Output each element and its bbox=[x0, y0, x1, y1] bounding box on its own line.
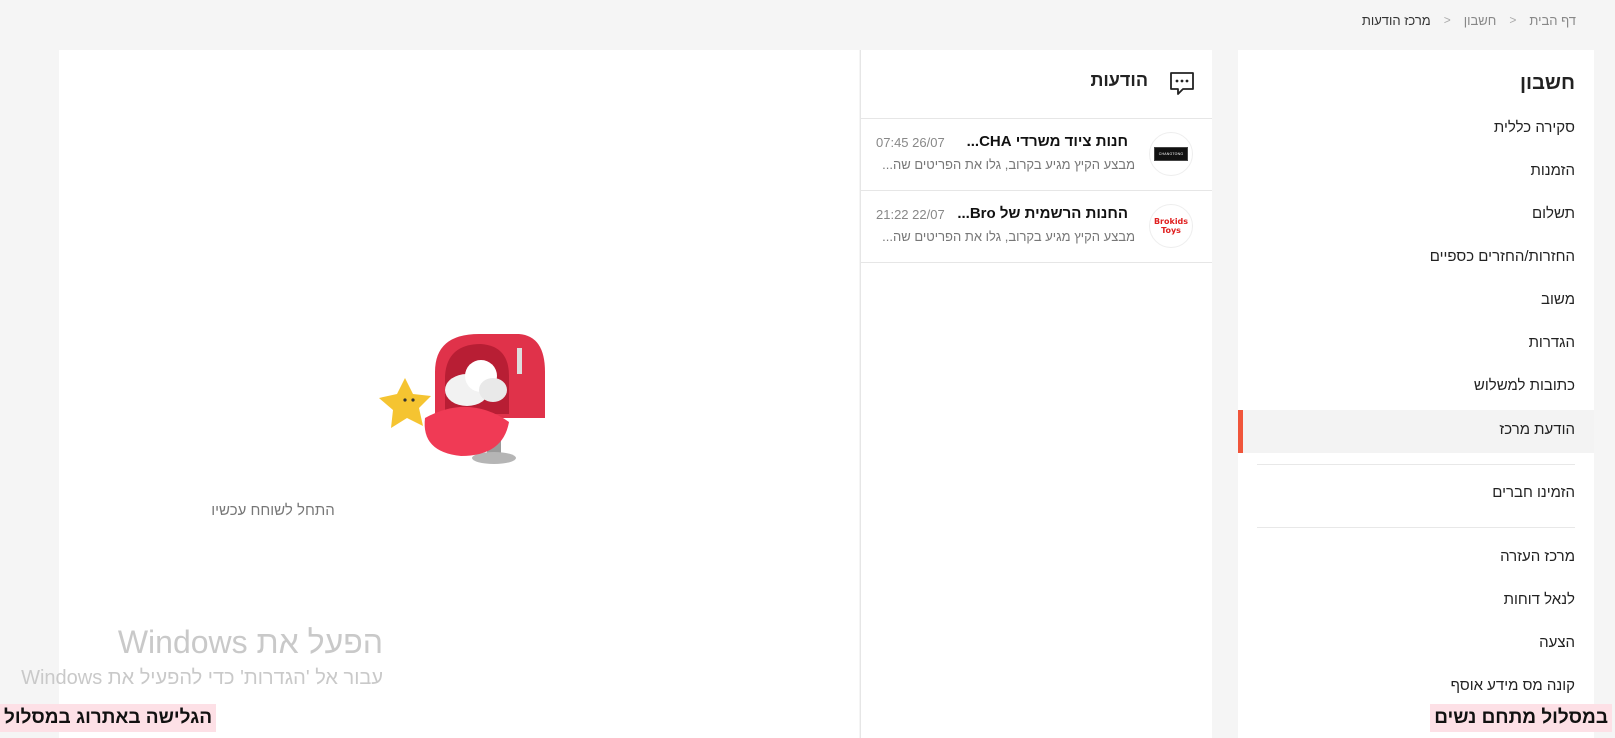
messages-panel: הודעות CHANGTONG חנות ציוד משרדי CHA... … bbox=[860, 50, 1212, 738]
sidebar-item-addresses[interactable]: כתובות למשלוש bbox=[1474, 376, 1575, 396]
message-item[interactable]: Brokids Toys החנות הרשמית של Bro... 21:22… bbox=[861, 191, 1212, 263]
promo-banner-left[interactable]: הגלישה באתרוג במסלול bbox=[0, 704, 217, 732]
breadcrumb-separator: > bbox=[1509, 13, 1517, 27]
breadcrumb-separator: > bbox=[1443, 13, 1451, 27]
message-preview: מבצע הקיץ מגיע בקרוב, גלו את הפריטים שה.… bbox=[882, 157, 1135, 172]
messages-header: הודעות bbox=[861, 50, 1212, 119]
sidebar-item-feedback[interactable]: משוב bbox=[1541, 290, 1575, 310]
sidebar-item-orders[interactable]: הזמנות bbox=[1531, 161, 1575, 181]
sidebar-item-payment[interactable]: תשלום bbox=[1532, 204, 1575, 224]
brokids-logo: Brokids Toys bbox=[1153, 217, 1189, 235]
sidebar-item-settings[interactable]: הגדרות bbox=[1529, 333, 1575, 353]
breadcrumb-home[interactable]: דף הבית bbox=[1529, 13, 1576, 28]
sidebar-item-returns[interactable]: החזרות/החזרים כספיים bbox=[1430, 247, 1575, 267]
mailbox-illustration bbox=[379, 334, 545, 464]
empty-state-text: התחל לשוחח עכשיו bbox=[211, 502, 335, 519]
breadcrumb: דף הבית > חשבון > מרכז הודעות bbox=[1362, 10, 1576, 30]
windows-activation-title: הפעל את Windows bbox=[117, 624, 383, 660]
changtong-logo: CHANGTONG bbox=[1154, 147, 1188, 161]
sidebar-divider bbox=[1257, 527, 1575, 528]
sidebar-item-invite-friends[interactable]: הזמינו חברים bbox=[1492, 483, 1575, 503]
sidebar-item-overview[interactable]: סקירה כללית bbox=[1494, 118, 1575, 138]
sidebar-item-suggestion[interactable]: הצעה bbox=[1539, 633, 1575, 653]
message-sender: החנות הרשמית של Bro... bbox=[957, 205, 1128, 222]
active-item-indicator bbox=[1238, 410, 1243, 453]
promo-banner-right[interactable]: במסלול מתחם נשים bbox=[1430, 704, 1612, 732]
sidebar-item-reports[interactable]: לנאל דוחות bbox=[1504, 590, 1575, 610]
sidebar-item-help-center[interactable]: מרכז העזרה bbox=[1500, 547, 1575, 567]
breadcrumb-current: מרכז הודעות bbox=[1361, 12, 1431, 28]
message-item[interactable]: CHANGTONG חנות ציוד משרדי CHA... 07:45 2… bbox=[861, 119, 1212, 191]
message-time: 07:45 26/07 bbox=[876, 135, 945, 150]
store-avatar: CHANGTONG bbox=[1149, 132, 1193, 176]
message-preview: מבצע הקיץ מגיע בקרוב, גלו את הפריטים שה.… bbox=[882, 229, 1135, 244]
sidebar-item-message-center[interactable]: הודעת מרכז bbox=[1499, 420, 1575, 440]
sidebar-item-tax-info[interactable]: קונה מס מידע אוסף bbox=[1451, 676, 1575, 696]
sidebar-divider bbox=[1257, 464, 1575, 465]
breadcrumb-account[interactable]: חשבון bbox=[1464, 13, 1497, 28]
message-sender: חנות ציוד משרדי CHA... bbox=[966, 133, 1128, 150]
windows-activation-subtitle: עבור אל 'הגדרות' כדי להפעיל את Windows bbox=[21, 667, 383, 689]
sidebar-title: חשבון bbox=[1520, 72, 1575, 94]
store-avatar: Brokids Toys bbox=[1149, 204, 1193, 248]
chat-icon bbox=[1170, 72, 1194, 95]
account-sidebar: חשבון סקירה כללית הזמנות תשלום החזרות/הח… bbox=[1238, 50, 1594, 738]
message-time: 21:22 22/07 bbox=[876, 207, 945, 222]
messages-title: הודעות bbox=[1090, 70, 1148, 90]
